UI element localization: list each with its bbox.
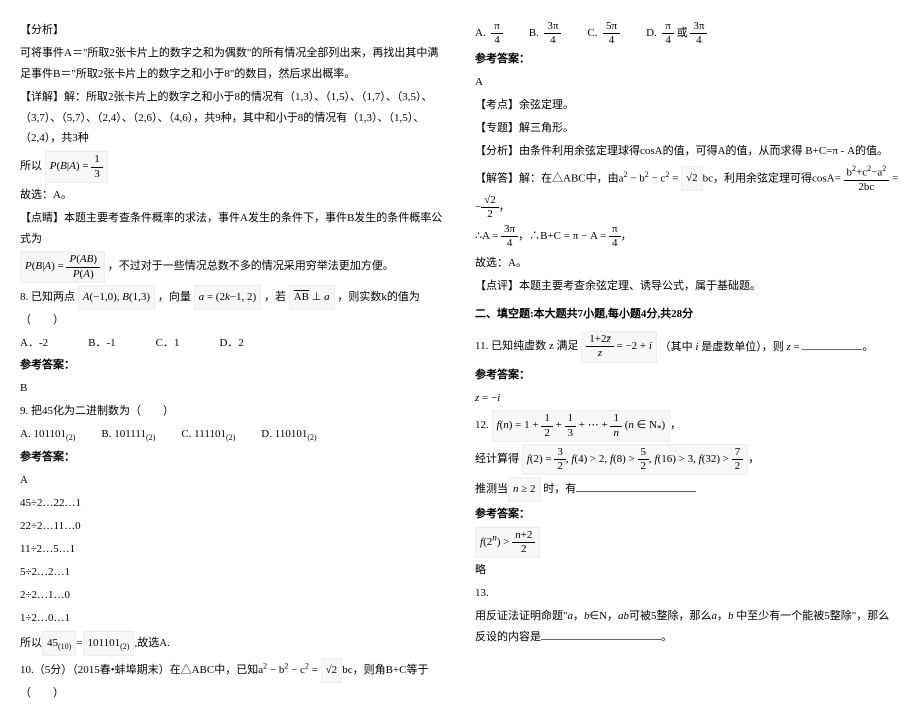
q8-mid: ，向量 — [158, 291, 191, 303]
jieda: 【解答】解：在△ABC中，由a2 − b2 − c2 = √2bc，利用余弦定理… — [475, 164, 900, 221]
q12-calc-label: 经计算得 — [475, 453, 519, 465]
ref-answer-label-5: 参考答案： — [475, 504, 900, 525]
q9-calc3: 11÷2…5…1 — [20, 539, 445, 560]
q10-options: A. π4 B. 3π4 C. 5π4 D. π4 或 3π4 — [475, 20, 900, 47]
ref-answer-label-2: 参考答案： — [20, 447, 445, 468]
q8-answer: B — [20, 378, 445, 399]
analysis-block: 【分析】 — [20, 20, 445, 41]
q10-opt-c: C. 5π4 — [587, 20, 620, 47]
q12-label: 12. — [475, 420, 489, 432]
jieda-conclusion: 故选：A。 — [475, 253, 900, 274]
formula-row: 所以 P(B|A) = 13 — [20, 151, 445, 182]
ref-answer-label-4: 参考答案： — [475, 365, 900, 386]
point-text: 【点睛】本题主要考查条件概率的求法，事件A发生的条件下，事件B发生的条件概率公式… — [20, 208, 445, 250]
q9-result: 所以45(10)=101101(2),故选A. — [20, 631, 445, 656]
q12-formula: f(n) = 1 + 12 + 13 + ⋯ + 1n (n ∈ N*) — [492, 410, 671, 441]
q10-opt-a: A. π4 — [475, 20, 503, 47]
q9-text: 9. 把45化为二进制数为（ ） — [20, 401, 445, 422]
q12-answer: f(2n) > n+22 — [475, 527, 900, 558]
q11-formula: 1+2z̄z = −2 + i — [581, 331, 657, 362]
detail-text: 【详解】解：所取2张卡片上的数字之和小于8的情况有（1,3）、（1,5）、（1,… — [20, 87, 445, 150]
q8-text: 8. 已知两点 — [20, 291, 75, 303]
q9-calc4: 5÷2…2…1 — [20, 562, 445, 583]
analysis-text: 可将事件A＝"所取2张卡片上的数字之和为偶数"的所有情况全部列出来，再找出其中满… — [20, 43, 445, 85]
formula-cond-prob: P(B|A) = P(AB)P(A) — [20, 251, 105, 282]
fenxi: 【分析】由条件利用余弦定理球得cosA的值，可得A的值，从而求得 B+C=π -… — [475, 141, 900, 162]
q8-opt-d: D．2 — [219, 333, 243, 354]
q8-points: A(−1,0), B(1,3) — [78, 285, 155, 310]
q11-text: 11. 已知纯虚数 z 满足 1+2z̄z = −2 + i （其中 i 是虚数… — [475, 331, 900, 362]
q8: 8. 已知两点 A(−1,0), B(1,3) ，向量 a = (2k−1, 2… — [20, 285, 445, 331]
q9-calc2: 22÷2…11…0 — [20, 516, 445, 537]
section-2-title: 二、填空题:本大题共7小题,每小题4分,共28分 — [475, 304, 900, 325]
q9-options: A. 101101(2) B. 101111(2) C. 111101(2) D… — [20, 424, 445, 445]
formula-prefix: 所以 — [20, 161, 42, 173]
right-column: A. π4 B. 3π4 C. 5π4 D. π4 或 3π4 参考答案： A … — [475, 20, 900, 706]
q11-answer: z = −i — [475, 388, 900, 409]
q8-opt-a: A．-2 — [20, 333, 48, 354]
q8-vec: a = (2k−1, 2) — [194, 285, 262, 310]
kaodian: 【考点】余弦定理。 — [475, 95, 900, 116]
q10-opt-d: D. π4 或 3π4 — [646, 20, 707, 47]
conclusion: 故选：A。 — [20, 185, 445, 206]
q8-cond: ，若 — [264, 291, 286, 303]
q10-text: 10.（5分）（2015春•蚌埠期末）在△ABC中，已知a2 − b2 − c2… — [20, 658, 445, 704]
dianping: 【点评】本题主要考查余弦定理、诱导公式，属于基础题。 — [475, 276, 900, 297]
q9-answer: A — [20, 470, 445, 491]
q9-calc1: 45÷2…22…1 — [20, 493, 445, 514]
q8-parallel: AB ⊥ a — [289, 285, 335, 310]
left-column: 【分析】 可将事件A＝"所取2张卡片上的数字之和为偶数"的所有情况全部列出来，再… — [20, 20, 445, 706]
q9-calc5: 2÷2…1…0 — [20, 585, 445, 606]
jieda-line2: ∴A = 3π4，∴B+C = π − A = π4， — [475, 223, 900, 250]
q9-opt-d: D. 110101(2) — [261, 424, 316, 445]
ref-answer-label: 参考答案： — [20, 355, 445, 376]
zhuanti: 【专题】解三角形。 — [475, 118, 900, 139]
q9-opt-a: A. 101101(2) — [20, 424, 75, 445]
q12-guess: 推测当n ≥ 2 时，有 — [475, 477, 900, 502]
ref-answer-label-3: 参考答案： — [475, 49, 900, 70]
q11-tail: （其中 i 是虚数单位），则 z = 。 — [660, 341, 874, 353]
q9-opt-c: C. 111101(2) — [181, 424, 235, 445]
q8-options: A．-2 B．-1 C．1 D．2 — [20, 333, 445, 354]
q12-calc: 经计算得 f(2) = 32, f(4) > 2, f(8) > 52, f(1… — [475, 444, 900, 475]
q11-prefix: 11. 已知纯虚数 z 满足 — [475, 341, 578, 353]
q10-answer: A — [475, 72, 900, 93]
q10-opt-b: B. 3π4 — [529, 20, 562, 47]
q12-row1: 12. f(n) = 1 + 12 + 13 + ⋯ + 1n (n ∈ N*)… — [475, 410, 900, 441]
q9-opt-b: B. 101111(2) — [101, 424, 155, 445]
formula-tail: ，不过对于一些情况总数不多的情况采用穷举法更加方便。 — [108, 261, 394, 273]
q13-text: 用反证法证明命题"a，b∈N，ab可被5整除，那么a，b 中至少有一个能被5整除… — [475, 606, 900, 648]
q9-calc6: 1÷2…0…1 — [20, 608, 445, 629]
q8-opt-c: C．1 — [156, 333, 180, 354]
q12-calc-formula: f(2) = 32, f(4) > 2, f(8) > 52, f(16) > … — [522, 444, 748, 475]
formula-row-2: P(B|A) = P(AB)P(A) ，不过对于一些情况总数不多的情况采用穷举法… — [20, 251, 445, 282]
q13-label: 13. — [475, 583, 900, 604]
formula-pba: P(B|A) = 13 — [45, 151, 108, 182]
q12-brief: 略 — [475, 560, 900, 581]
q8-opt-b: B．-1 — [88, 333, 116, 354]
